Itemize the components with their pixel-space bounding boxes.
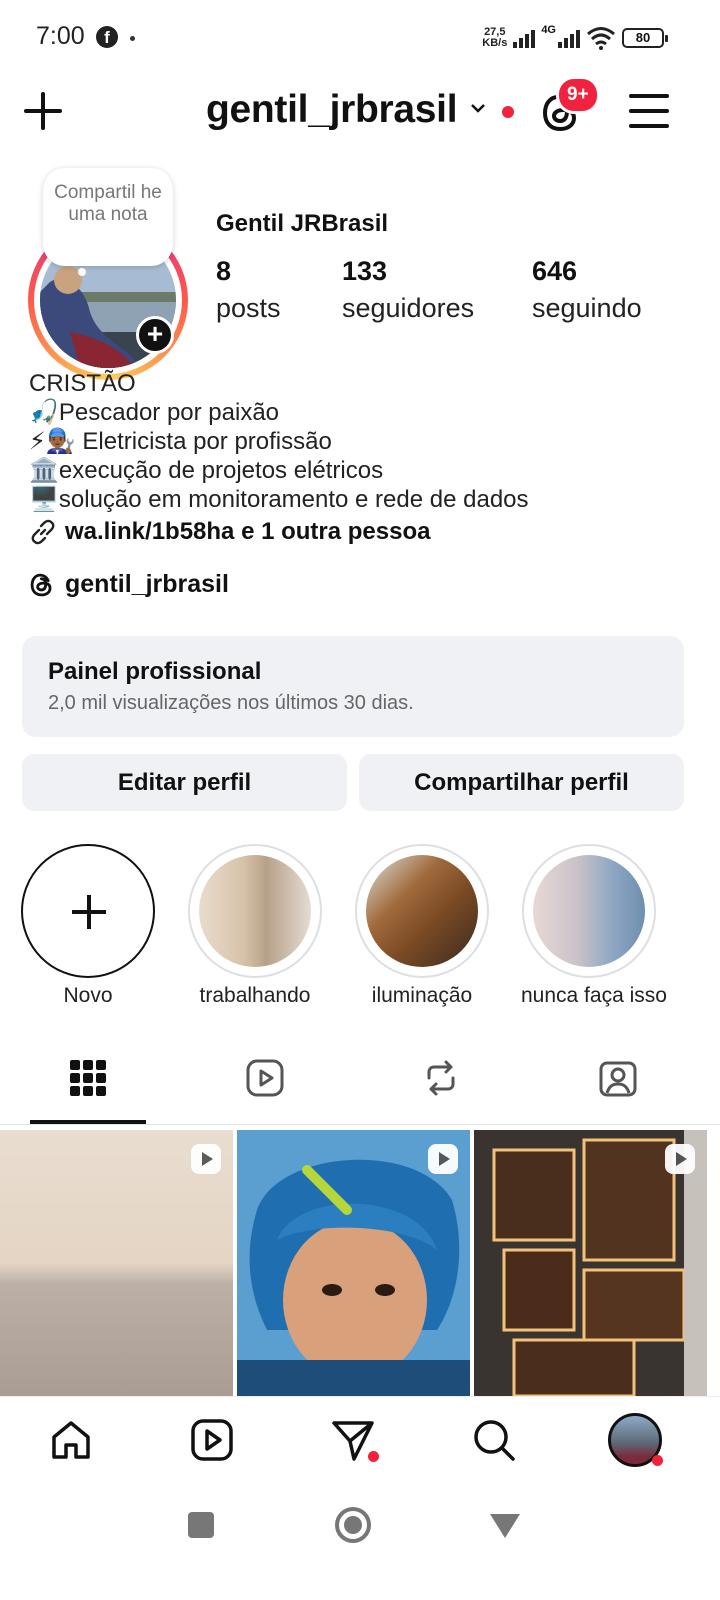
username-title[interactable]: gentil_jrbrasil bbox=[206, 88, 458, 132]
highlight-label: iluminação bbox=[371, 984, 473, 1007]
network-speed: 27,5 KB/s bbox=[482, 27, 507, 49]
messages-notification-dot bbox=[368, 1451, 379, 1462]
stat-following-label: seguindo bbox=[532, 293, 642, 323]
status-time: 7:00 bbox=[36, 22, 85, 50]
highlight-item[interactable]: trabalhando bbox=[187, 844, 323, 1008]
stat-posts-value: 8 bbox=[216, 256, 232, 286]
dashboard-title: Painel profissional bbox=[48, 658, 262, 685]
highlight-label: trabalhando bbox=[199, 984, 311, 1007]
profile-header: gentil_jrbrasil 9+ bbox=[0, 76, 720, 146]
signal-icon bbox=[513, 28, 536, 48]
stat-posts[interactable]: 8 posts bbox=[216, 256, 281, 324]
bio-line-text: Eletricista por profissão bbox=[75, 428, 332, 455]
post-thumbnail[interactable] bbox=[474, 1130, 707, 1396]
stat-following-value: 646 bbox=[532, 256, 578, 286]
bio-line: ⚡👨🏾‍🔧 Eletricista por profissão bbox=[29, 427, 529, 456]
link-icon bbox=[31, 519, 55, 545]
highlight-cover bbox=[355, 844, 489, 978]
stat-followers-label: seguidores bbox=[342, 293, 475, 323]
back-button[interactable] bbox=[490, 1514, 520, 1538]
status-indicators: 27,5 KB/s 4G 80 bbox=[482, 24, 668, 52]
post-thumbnail[interactable] bbox=[237, 1130, 470, 1396]
reels-icon[interactable] bbox=[245, 1058, 285, 1098]
reel-indicator-icon bbox=[428, 1144, 458, 1174]
threads-badge: 9+ bbox=[556, 76, 600, 114]
highlight-label: nunca faça isso bbox=[521, 984, 667, 1007]
professional-dashboard[interactable]: Painel profissional 2,0 mil visualizaçõe… bbox=[22, 636, 684, 737]
bio-line: 🏛️execução de projetos elétricos bbox=[29, 456, 529, 485]
threads-link[interactable]: gentil_jrbrasil bbox=[29, 570, 229, 599]
bio: CRISTÃO 🎣Pescador por paixão ⚡👨🏾‍🔧 Eletr… bbox=[29, 369, 529, 514]
bio-line: 🖥️solução em monitoramento e rede de dad… bbox=[29, 485, 529, 514]
home-button[interactable] bbox=[335, 1507, 371, 1543]
facebook-icon: f bbox=[96, 26, 118, 48]
bio-line: CRISTÃO bbox=[29, 369, 529, 398]
grid-icon[interactable] bbox=[68, 1058, 108, 1098]
stat-following[interactable]: 646 seguindo bbox=[532, 256, 642, 324]
status-bar: 7:00 f 27,5 KB/s 4G 80 bbox=[0, 0, 720, 72]
notification-dot-icon bbox=[130, 36, 135, 41]
highlight-new[interactable]: Novo bbox=[20, 844, 156, 1008]
bio-link[interactable]: wa.link/1b58ha e 1 outra pessoa bbox=[29, 518, 430, 546]
bottom-navigation bbox=[0, 1396, 720, 1492]
share-profile-button[interactable]: Compartilhar perfil bbox=[359, 754, 684, 811]
bio-line-text: CRISTÃO bbox=[29, 370, 136, 397]
battery-icon: 80 bbox=[622, 28, 668, 48]
content-tabs bbox=[0, 1048, 720, 1128]
dashboard-subtitle: 2,0 mil visualizações nos últimos 30 dia… bbox=[48, 692, 414, 714]
recents-button[interactable] bbox=[188, 1512, 214, 1538]
bio-link-text[interactable]: wa.link/1b58ha e 1 outra pessoa bbox=[65, 518, 430, 546]
highlight-item[interactable]: iluminação bbox=[354, 844, 490, 1008]
highlight-item[interactable]: nunca faça isso bbox=[521, 844, 667, 1008]
system-navigation bbox=[0, 1492, 720, 1600]
threads-handle[interactable]: gentil_jrbrasil bbox=[65, 570, 229, 599]
edit-profile-button[interactable]: Editar perfil bbox=[22, 754, 347, 811]
note-bubble[interactable]: Compartil he uma nota bbox=[43, 168, 173, 266]
home-icon[interactable] bbox=[48, 1417, 94, 1463]
wifi-icon bbox=[587, 27, 615, 50]
stat-followers-value: 133 bbox=[342, 256, 388, 286]
reposts-icon[interactable] bbox=[421, 1058, 461, 1098]
menu-icon[interactable] bbox=[629, 94, 669, 128]
electrician-emoji: ⚡👨🏾‍🔧 bbox=[29, 428, 76, 455]
reel-indicator-icon bbox=[191, 1144, 221, 1174]
bio-line: 🎣Pescador por paixão bbox=[29, 398, 529, 427]
account-notification-dot bbox=[502, 106, 514, 118]
bio-line-text: execução de projetos elétricos bbox=[58, 457, 384, 484]
search-icon[interactable] bbox=[471, 1417, 517, 1463]
note-bubble-tail bbox=[78, 268, 86, 276]
stat-posts-label: posts bbox=[216, 293, 281, 323]
signal-icon-2 bbox=[558, 28, 580, 48]
display-name: Gentil JRBrasil bbox=[216, 210, 389, 237]
network-speed-unit: KB/s bbox=[482, 37, 508, 49]
computer-emoji: 🖥️ bbox=[29, 486, 59, 513]
tabs-divider bbox=[0, 1124, 720, 1125]
stat-followers[interactable]: 133 seguidores bbox=[342, 256, 474, 324]
post-thumbnail[interactable] bbox=[0, 1130, 233, 1396]
create-button[interactable] bbox=[24, 92, 62, 130]
reel-indicator-icon bbox=[665, 1144, 695, 1174]
chevron-down-icon[interactable] bbox=[470, 100, 486, 116]
highlight-label: Novo bbox=[63, 984, 113, 1007]
threads-icon bbox=[30, 573, 52, 596]
profile-notification-dot bbox=[652, 1455, 663, 1466]
tagged-icon[interactable] bbox=[598, 1058, 638, 1098]
add-story-button[interactable]: + bbox=[136, 316, 174, 354]
fishing-emoji: 🎣 bbox=[29, 399, 59, 426]
highlight-cover bbox=[522, 844, 656, 978]
reels-icon[interactable] bbox=[189, 1417, 235, 1463]
building-emoji: 🏛️ bbox=[29, 457, 59, 484]
highlight-cover bbox=[188, 844, 322, 978]
bio-line-text: Pescador por paixão bbox=[58, 399, 280, 426]
bio-line-text: solução em monitoramento e rede de dados bbox=[58, 486, 529, 513]
network-type: 4G bbox=[541, 24, 556, 36]
plus-icon bbox=[21, 844, 155, 978]
